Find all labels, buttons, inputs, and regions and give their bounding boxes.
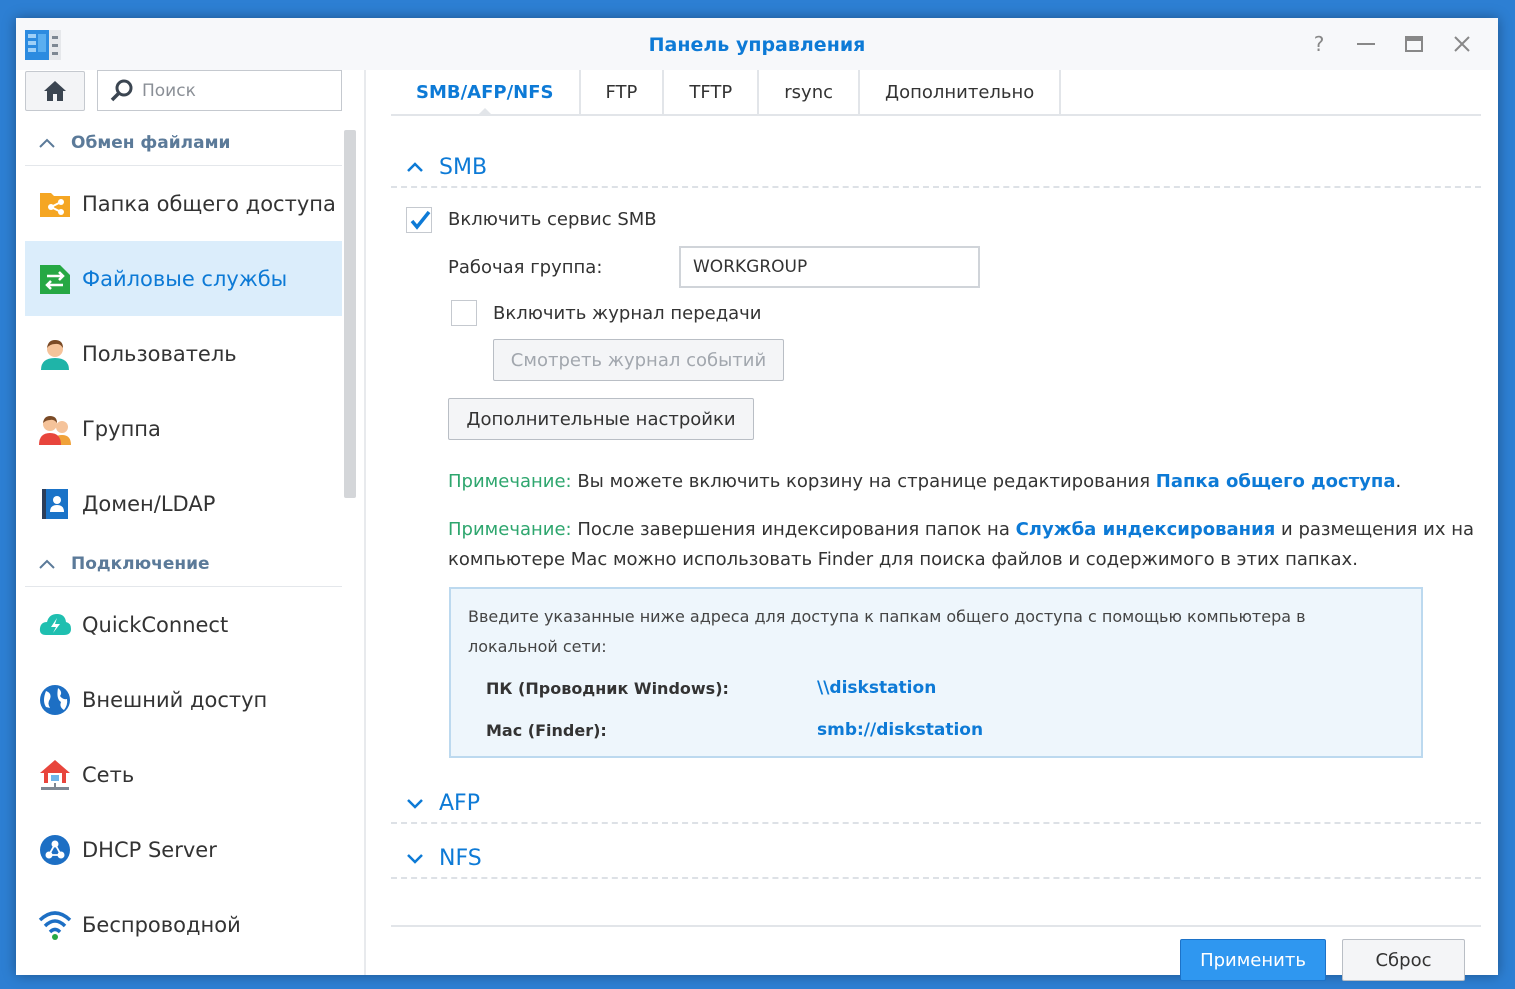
info-description: Введите указанные ниже адреса для доступ… xyxy=(468,607,1306,656)
recycle-bin-note: Примечание: Вы можете включить корзину н… xyxy=(448,467,1478,497)
home-icon xyxy=(44,81,66,101)
checkmark-icon xyxy=(410,210,431,230)
quickconnect-icon xyxy=(39,613,71,635)
section-header-connectivity[interactable]: Подключение xyxy=(25,541,342,587)
sidebar-divider xyxy=(364,70,366,975)
sidebar-item-shared-folder[interactable]: Папка общего доступа xyxy=(25,166,342,241)
enable-transfer-log-checkbox[interactable] xyxy=(451,300,477,326)
section-label: Подключение xyxy=(71,553,210,574)
search-icon xyxy=(110,79,133,101)
apply-button[interactable]: Применить xyxy=(1180,939,1326,981)
maximize-icon[interactable] xyxy=(1402,32,1426,56)
sidebar-item-label: Беспроводной xyxy=(82,912,241,937)
pc-address-label: ПК (Проводник Windows): xyxy=(486,679,729,698)
note-end: . xyxy=(1395,471,1402,492)
sidebar-item-label: Группа xyxy=(82,416,161,441)
note-text: После завершения индексирования папок на xyxy=(571,519,1016,540)
sidebar-item-label: Папка общего доступа xyxy=(82,191,336,216)
search-field[interactable] xyxy=(97,70,342,111)
note-text: Вы можете включить корзину на странице р… xyxy=(571,471,1156,492)
sidebar-item-label: Сеть xyxy=(82,762,135,787)
enable-smb-label: Включить сервис SMB xyxy=(448,209,657,230)
view-log-button[interactable]: Смотреть журнал событий xyxy=(493,339,784,381)
chevron-up-icon xyxy=(39,138,55,148)
afp-section-header[interactable]: AFP xyxy=(391,784,1481,824)
chevron-down-icon xyxy=(407,854,423,864)
sidebar-item-dhcp-server[interactable]: DHCP Server xyxy=(25,812,342,887)
nfs-section-title: NFS xyxy=(439,845,482,871)
enable-transfer-log-label: Включить журнал передачи xyxy=(493,303,762,324)
tab-bar: SMB/AFP/NFS FTP TFTP rsync Дополнительно xyxy=(391,70,1481,116)
mac-address-label: Mac (Finder): xyxy=(486,721,607,740)
sidebar-item-file-services[interactable]: Файловые службы xyxy=(25,241,342,316)
nfs-section-header[interactable]: NFS xyxy=(391,839,1481,879)
sidebar-item-label: DHCP Server xyxy=(82,837,217,862)
main-panel: SMB/AFP/NFS FTP TFTP rsync Дополнительно… xyxy=(391,70,1481,981)
sidebar-item-user[interactable]: Пользователь xyxy=(25,316,342,391)
tab-smb-afp-nfs[interactable]: SMB/AFP/NFS xyxy=(391,70,581,116)
enable-smb-checkbox[interactable] xyxy=(406,207,432,233)
control-panel-window: Панель управления ? Обм xyxy=(16,18,1498,981)
home-button[interactable] xyxy=(25,71,85,111)
search-input[interactable] xyxy=(142,80,332,101)
sidebar-item-label: Внешний доступ xyxy=(82,687,268,712)
user-icon xyxy=(41,339,69,370)
pc-address-value[interactable]: \\diskstation xyxy=(817,678,936,698)
sidebar-item-domain-ldap[interactable]: Домен/LDAP xyxy=(25,466,342,541)
section-label: Обмен файлами xyxy=(71,132,231,153)
chevron-up-icon xyxy=(407,162,423,172)
domain-ldap-icon xyxy=(42,488,68,519)
indexing-note: Примечание: После завершения индексирова… xyxy=(448,515,1478,575)
help-icon[interactable]: ? xyxy=(1307,32,1331,56)
tab-tftp[interactable]: TFTP xyxy=(664,70,760,114)
tab-ftp[interactable]: FTP xyxy=(581,70,665,114)
mac-address-value[interactable]: smb://diskstation xyxy=(817,720,983,740)
reset-button[interactable]: Сброс xyxy=(1342,939,1465,981)
minimize-icon[interactable] xyxy=(1354,32,1378,56)
group-icon xyxy=(39,415,71,445)
external-access-icon xyxy=(40,684,70,715)
sidebar: Обмен файлами Папка общего доступа Файло… xyxy=(16,70,364,975)
advanced-settings-button[interactable]: Дополнительные настройки xyxy=(448,398,754,440)
sidebar-item-network[interactable]: Сеть xyxy=(25,737,342,812)
sidebar-item-label: Пользователь xyxy=(82,341,237,366)
close-icon[interactable] xyxy=(1450,32,1474,56)
chevron-down-icon xyxy=(407,799,423,809)
indexing-service-link[interactable]: Служба индексирования xyxy=(1016,519,1276,540)
chevron-up-icon xyxy=(39,559,55,569)
afp-section-title: AFP xyxy=(439,790,480,816)
shared-folder-icon xyxy=(40,192,70,217)
smb-section-header[interactable]: SMB xyxy=(391,148,1481,188)
dhcp-server-icon xyxy=(40,834,70,865)
tab-advanced[interactable]: Дополнительно xyxy=(860,70,1062,114)
note-label: Примечание: xyxy=(448,519,572,540)
sidebar-item-label: Домен/LDAP xyxy=(82,491,216,516)
sidebar-item-label: Файловые службы xyxy=(82,266,288,291)
workgroup-input[interactable] xyxy=(679,246,980,288)
footer-divider xyxy=(391,925,1481,927)
sidebar-item-quickconnect[interactable]: QuickConnect xyxy=(25,587,342,662)
section-header-file-sharing[interactable]: Обмен файлами xyxy=(25,120,342,166)
sidebar-nav: Обмен файлами Папка общего доступа Файло… xyxy=(25,120,342,962)
wireless-icon xyxy=(38,910,72,940)
workgroup-label: Рабочая группа: xyxy=(448,257,603,278)
note-label: Примечание: xyxy=(448,471,572,492)
smb-section-title: SMB xyxy=(439,154,488,180)
shared-folder-link[interactable]: Папка общего доступа xyxy=(1156,471,1396,492)
file-services-icon xyxy=(40,264,70,294)
sidebar-scrollbar[interactable] xyxy=(344,130,356,498)
tab-rsync[interactable]: rsync xyxy=(759,70,861,114)
smb-address-info-box: Введите указанные ниже адреса для доступ… xyxy=(449,587,1423,758)
title-bar: Панель управления ? xyxy=(16,18,1498,70)
sidebar-item-wireless[interactable]: Беспроводной xyxy=(25,887,342,962)
sidebar-item-external-access[interactable]: Внешний доступ xyxy=(25,662,342,737)
network-icon xyxy=(40,759,70,790)
sidebar-item-label: QuickConnect xyxy=(82,612,229,637)
window-title: Панель управления xyxy=(648,34,866,56)
sidebar-item-group[interactable]: Группа xyxy=(25,391,342,466)
